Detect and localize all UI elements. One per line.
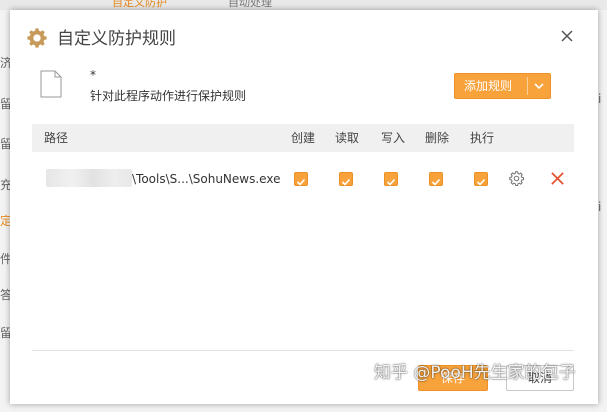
column-header-delete: 删除: [425, 131, 450, 145]
checkmark-icon: [476, 178, 486, 186]
add-rule-dropdown[interactable]: [528, 74, 550, 98]
column-header-path: 路径: [44, 131, 69, 145]
rule-name: *: [90, 68, 96, 82]
rule-description: 针对此程序动作进行保护规则: [90, 89, 247, 103]
checkmark-icon: [386, 178, 396, 186]
add-rule-button-label: 添加规则: [464, 79, 513, 93]
execute-checkbox[interactable]: [474, 172, 488, 186]
background-tab-custom: 自定义防护: [112, 0, 167, 9]
checkmark-icon: [296, 178, 306, 186]
checkmark-icon: [431, 178, 441, 186]
watermark: 知乎 @PooH先生家的包子: [374, 363, 576, 383]
create-checkbox[interactable]: [294, 172, 308, 186]
close-icon[interactable]: [559, 28, 575, 44]
column-header-read: 读取: [335, 131, 360, 145]
footer-divider: [32, 350, 574, 351]
delete-x-icon[interactable]: [550, 171, 565, 186]
column-header-execute: 执行: [470, 131, 495, 145]
chevron-down-icon: [534, 83, 544, 89]
background-sidebar-char: 留: [0, 97, 10, 111]
table-row: \Tools\S...\SohuNews.exe: [32, 164, 574, 194]
write-checkbox[interactable]: [384, 172, 398, 186]
settings-gear-icon[interactable]: [508, 170, 525, 187]
background-sidebar-char: 留: [0, 326, 10, 340]
file-icon: [40, 70, 62, 98]
background-sidebar-char: 留: [0, 137, 10, 151]
add-rule-button[interactable]: 添加规则: [454, 73, 551, 99]
background-topbar: 自定义防护 自动处理: [0, 0, 607, 10]
dialog-header: 自定义防护规则: [10, 10, 598, 56]
background-tab-auto: 自动处理: [228, 0, 272, 9]
background-sidebar-char: 件: [0, 252, 10, 266]
row-path: \Tools\S...\SohuNews.exe: [132, 172, 281, 186]
delete-checkbox[interactable]: [429, 172, 443, 186]
dialog-title: 自定义防护规则: [57, 29, 176, 49]
read-checkbox[interactable]: [339, 172, 353, 186]
background-sidebar-char: 济: [0, 56, 10, 70]
gear-icon: [27, 28, 47, 48]
checkmark-icon: [341, 178, 351, 186]
background-right-char: i: [598, 92, 602, 106]
column-header-create: 创建: [291, 131, 316, 145]
background-sidebar-char-active: 定: [0, 214, 10, 228]
background-sidebar-char: 充: [0, 178, 10, 192]
custom-rule-dialog: 自定义防护规则 * 针对此程序动作进行保护规则 添加规则 路径 创建 读取 写入…: [10, 10, 598, 404]
redacted-path-prefix: [46, 169, 132, 187]
background-right-char: i: [598, 200, 602, 214]
rules-table-header: 路径 创建 读取 写入 删除 执行: [32, 124, 574, 152]
background-sidebar-char: 答: [0, 288, 10, 302]
column-header-write: 写入: [381, 131, 406, 145]
